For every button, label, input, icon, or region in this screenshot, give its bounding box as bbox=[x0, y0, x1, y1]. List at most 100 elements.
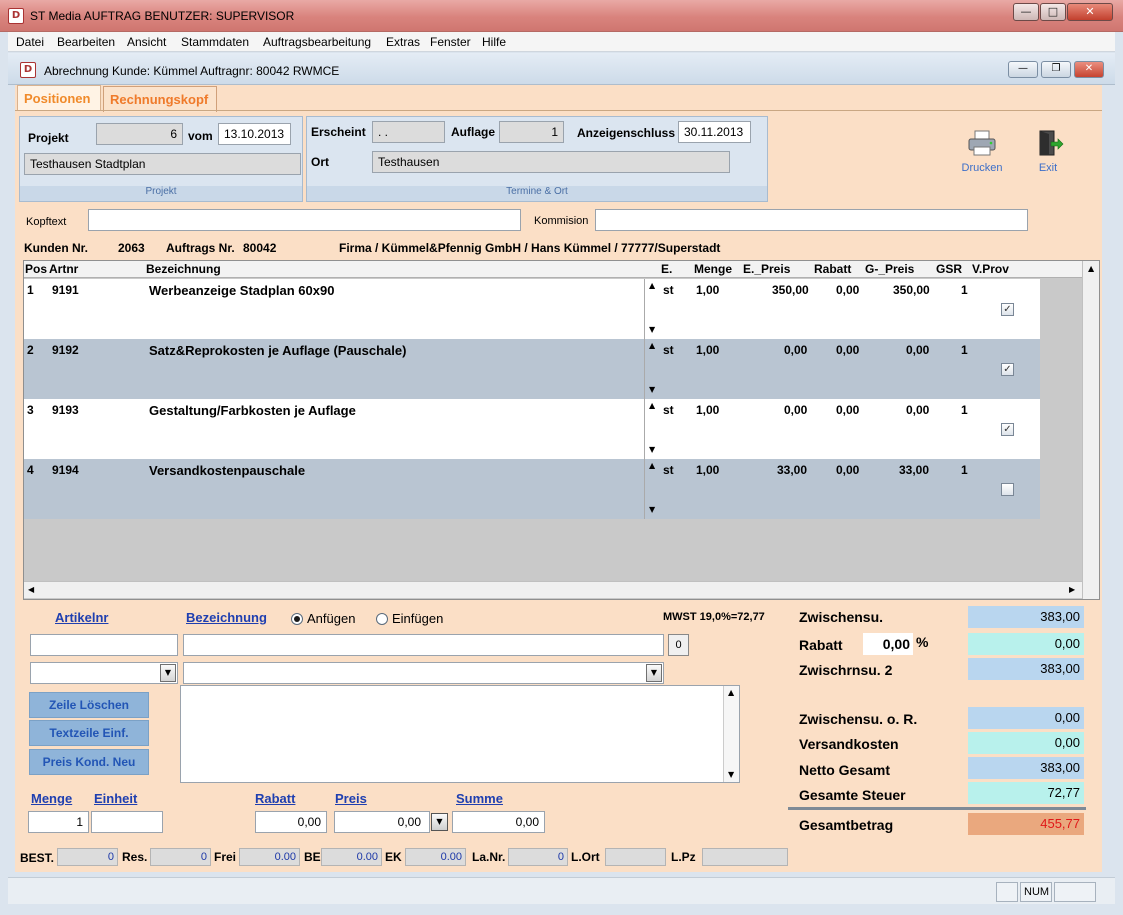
col-menge[interactable]: Menge bbox=[694, 262, 732, 276]
row-rabatt: 0,00 bbox=[836, 403, 860, 417]
einheit-input[interactable] bbox=[91, 811, 163, 833]
table-row[interactable]: 4 9194 Versandkostenpauschale ▲ ▼ st 1,00… bbox=[24, 459, 1040, 519]
row-vprov-checkbox[interactable]: ✓ bbox=[1001, 363, 1014, 376]
table-row[interactable]: 2 9192 Satz&Reprokosten je Auflage (Paus… bbox=[24, 339, 1040, 399]
col-einheit[interactable]: E. bbox=[661, 262, 672, 276]
zeile-loeschen-button[interactable]: Zeile Löschen bbox=[29, 692, 149, 718]
kommision-input[interactable] bbox=[595, 209, 1028, 231]
chevron-down-icon[interactable]: ▼ bbox=[431, 813, 448, 831]
child-close-icon[interactable]: ✕ bbox=[1074, 61, 1104, 78]
bezeichnung-input[interactable] bbox=[183, 634, 664, 656]
exit-button[interactable]: Exit bbox=[1018, 129, 1078, 174]
col-pos[interactable]: Pos bbox=[25, 262, 47, 276]
rabatt-input[interactable]: 0,00 bbox=[255, 811, 327, 833]
rabatt-percent-input[interactable]: 0,00 bbox=[863, 633, 913, 655]
grid-vertical-scrollbar[interactable]: ▲ bbox=[1082, 261, 1099, 599]
einheit-link[interactable]: Einheit bbox=[94, 791, 137, 806]
vom-label: vom bbox=[188, 129, 213, 143]
menge-link[interactable]: Menge bbox=[31, 791, 72, 806]
menge-input[interactable]: 1 bbox=[28, 811, 89, 833]
col-artnr[interactable]: Artnr bbox=[49, 262, 78, 276]
menu-stammdaten[interactable]: Stammdaten bbox=[181, 35, 249, 49]
rabatt-link[interactable]: Rabatt bbox=[255, 791, 295, 806]
menu-hilfe[interactable]: Hilfe bbox=[482, 35, 506, 49]
row-description[interactable]: Werbeanzeige Stadplan 60x90 bbox=[146, 279, 644, 339]
row-description[interactable]: Gestaltung/Farbkosten je Auflage bbox=[146, 399, 644, 459]
row-vprov-checkbox[interactable] bbox=[1001, 483, 1014, 496]
col-bezeichnung[interactable]: Bezeichnung bbox=[146, 262, 221, 276]
einfuegen-radio[interactable] bbox=[376, 613, 388, 625]
row-scroll[interactable]: ▲ ▼ bbox=[644, 459, 660, 519]
erscheint-field[interactable]: . . bbox=[372, 121, 445, 143]
table-row[interactable]: 1 9191 Werbeanzeige Stadplan 60x90 ▲ ▼ st… bbox=[24, 279, 1040, 339]
anfuegen-radio[interactable] bbox=[291, 613, 303, 625]
termine-group: Erscheint . . Auflage 1 Anzeigenschluss … bbox=[306, 116, 768, 202]
child-restore-icon[interactable]: ❐ bbox=[1041, 61, 1071, 78]
maximize-icon[interactable]: □ bbox=[1040, 3, 1066, 21]
tab-positionen[interactable]: Positionen bbox=[17, 85, 101, 111]
col-vprov[interactable]: V.Prov bbox=[972, 262, 1009, 276]
anfuegen-label[interactable]: Anfügen bbox=[307, 611, 355, 626]
table-row[interactable]: 3 9193 Gestaltung/Farbkosten je Auflage … bbox=[24, 399, 1040, 459]
artikelnr-input[interactable] bbox=[30, 634, 178, 656]
child-minimize-icon[interactable]: — bbox=[1008, 61, 1038, 78]
projekt-number-field[interactable]: 6 bbox=[96, 123, 183, 145]
col-gsr[interactable]: GSR bbox=[936, 262, 962, 276]
res-label: Res. bbox=[122, 850, 148, 864]
print-button[interactable]: Drucken bbox=[952, 129, 1012, 174]
tab-rechnungskopf[interactable]: Rechnungskopf bbox=[103, 86, 217, 112]
row-scroll[interactable]: ▲ ▼ bbox=[644, 279, 660, 339]
kopftext-input[interactable] bbox=[88, 209, 521, 231]
scroll-up-icon[interactable]: ▲ bbox=[728, 688, 734, 697]
row-scroll[interactable]: ▲ ▼ bbox=[644, 399, 660, 459]
row-artnr: 9192 bbox=[52, 343, 79, 357]
preis-kond-neu-button[interactable]: Preis Kond. Neu bbox=[29, 749, 149, 775]
scroll-up-icon[interactable]: ▲ bbox=[1088, 264, 1094, 273]
row-description[interactable]: Versandkostenpauschale bbox=[146, 459, 644, 519]
row-vprov-checkbox[interactable]: ✓ bbox=[1001, 303, 1014, 316]
menu-bearbeiten[interactable]: Bearbeiten bbox=[57, 35, 115, 49]
close-icon[interactable]: ✕ bbox=[1067, 3, 1113, 21]
col-epreis[interactable]: E._Preis bbox=[743, 262, 790, 276]
lort-label: L.Ort bbox=[571, 850, 600, 864]
grid-horizontal-scrollbar[interactable]: ◀ ▶ bbox=[24, 581, 1082, 598]
projekt-name-field[interactable]: Testhausen Stadtplan bbox=[24, 153, 301, 175]
summe-link[interactable]: Summe bbox=[456, 791, 503, 806]
artikelnr-link[interactable]: Artikelnr bbox=[55, 610, 108, 625]
row-gsr: 1 bbox=[961, 403, 968, 417]
row-description[interactable]: Satz&Reprokosten je Auflage (Pauschale) bbox=[146, 339, 644, 399]
chevron-down-icon[interactable]: ▼ bbox=[160, 664, 176, 682]
textzeile-einf-button[interactable]: Textzeile Einf. bbox=[29, 720, 149, 746]
row-vprov-checkbox[interactable]: ✓ bbox=[1001, 423, 1014, 436]
menu-ansicht[interactable]: Ansicht bbox=[127, 35, 166, 49]
bezeichnung-combo[interactable]: ▼ bbox=[183, 662, 664, 684]
scroll-down-icon[interactable]: ▼ bbox=[728, 770, 734, 779]
preis-input[interactable]: 0,00 bbox=[334, 811, 430, 833]
scroll-right-icon[interactable]: ▶ bbox=[1069, 585, 1075, 594]
auflage-field[interactable]: 1 bbox=[499, 121, 564, 143]
artikel-combo[interactable]: ▼ bbox=[30, 662, 178, 684]
row-pos: 2 bbox=[27, 343, 34, 357]
scroll-left-icon[interactable]: ◀ bbox=[28, 585, 34, 594]
minimize-icon[interactable]: — bbox=[1013, 3, 1039, 21]
einfuegen-label[interactable]: Einfügen bbox=[392, 611, 443, 626]
projekt-date-field[interactable]: 13.10.2013 bbox=[218, 123, 291, 145]
col-rabatt[interactable]: Rabatt bbox=[814, 262, 851, 276]
row-einheit: st bbox=[663, 463, 674, 477]
menu-extras[interactable]: Extras bbox=[386, 35, 420, 49]
kommision-label: Kommision bbox=[534, 215, 589, 227]
menu-datei[interactable]: Datei bbox=[16, 35, 44, 49]
count-button[interactable]: 0 bbox=[668, 634, 689, 656]
row-scroll[interactable]: ▲ ▼ bbox=[644, 339, 660, 399]
bezeichnung-link[interactable]: Bezeichnung bbox=[186, 610, 267, 625]
editor-scrollbar[interactable]: ▲ ▼ bbox=[723, 686, 739, 782]
menu-fenster[interactable]: Fenster bbox=[430, 35, 471, 49]
menu-auftragsbearbeitung[interactable]: Auftragsbearbeitung bbox=[263, 35, 371, 49]
anzeigenschluss-field[interactable]: 30.11.2013 bbox=[678, 121, 751, 143]
ort-field[interactable]: Testhausen bbox=[372, 151, 730, 173]
preis-link[interactable]: Preis bbox=[335, 791, 367, 806]
text-editor-area[interactable]: ▲ ▼ bbox=[180, 685, 740, 783]
col-gpreis[interactable]: G-_Preis bbox=[865, 262, 914, 276]
chevron-down-icon[interactable]: ▼ bbox=[646, 664, 662, 682]
summe-input[interactable]: 0,00 bbox=[452, 811, 545, 833]
